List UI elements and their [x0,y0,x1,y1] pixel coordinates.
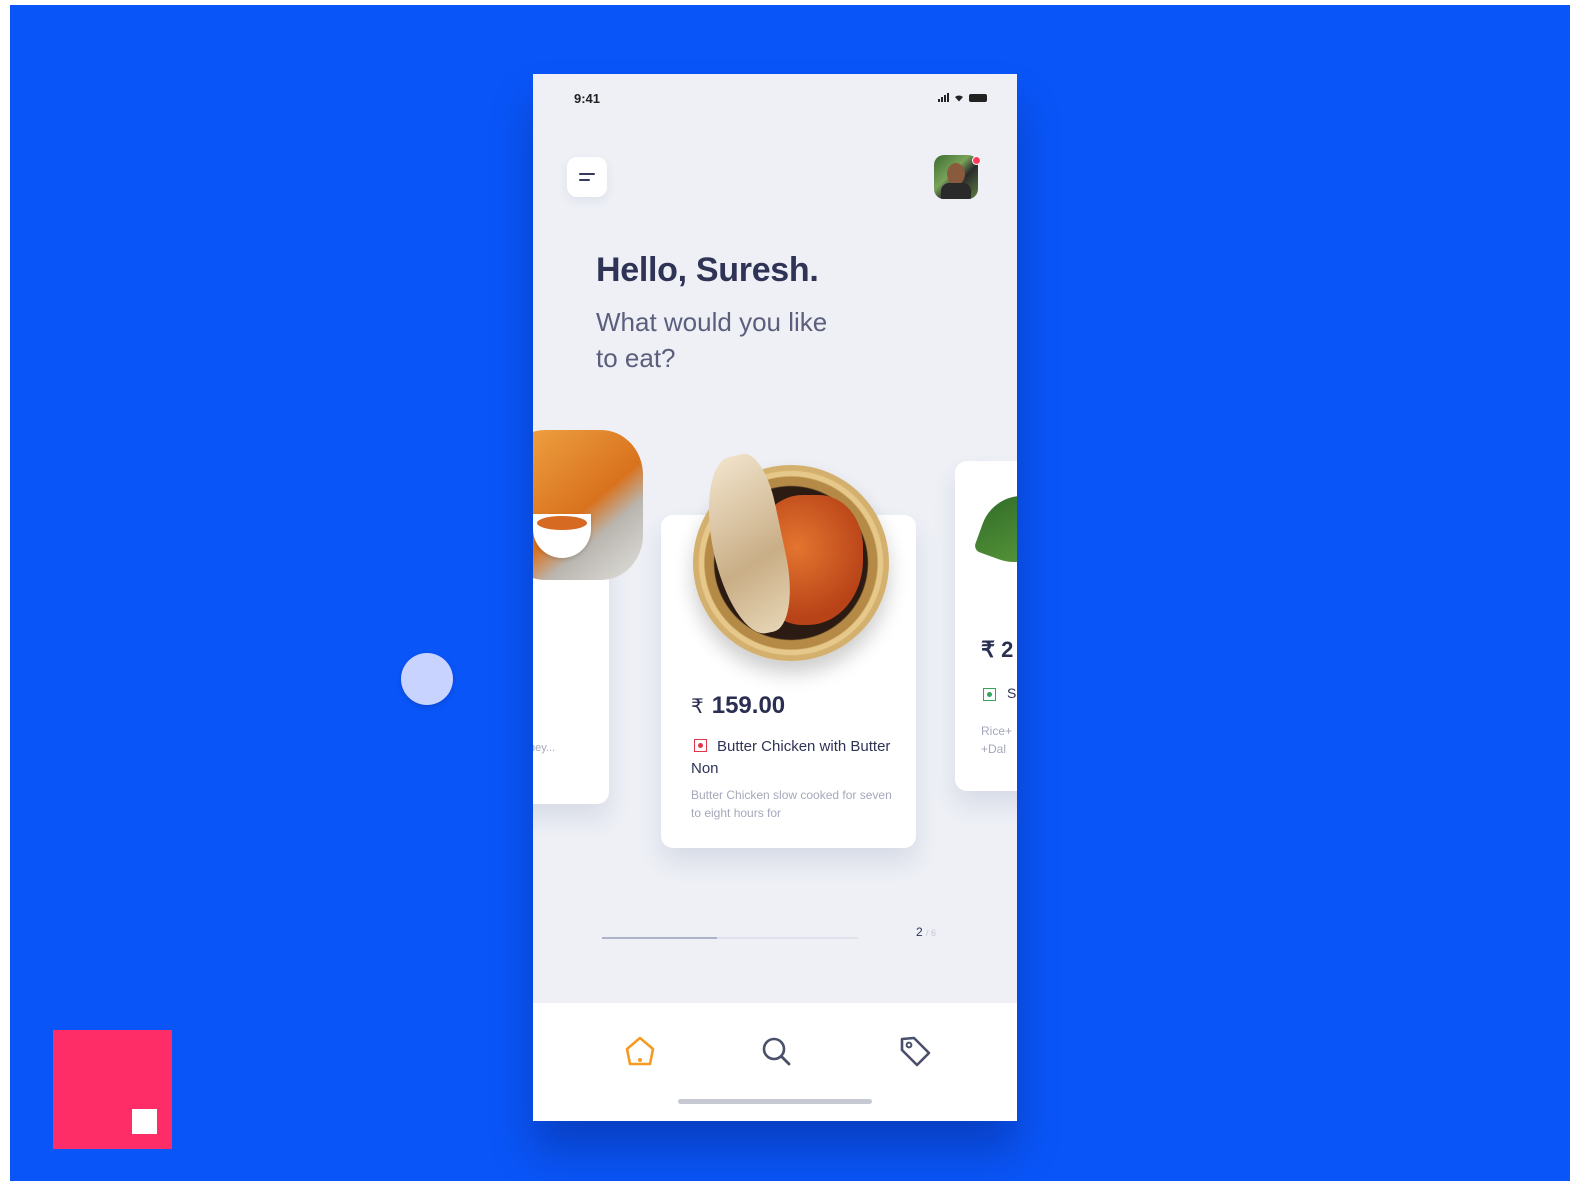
previous-card-desc-line2: ney... [533,742,556,754]
tag-icon[interactable] [897,1033,933,1069]
next-card-desc-line2: +Dal [981,742,1007,756]
carousel-progress-track [602,937,858,939]
rupee-symbol: ₹ [691,696,704,718]
next-card-desc-line1: Rice+ [981,724,1013,738]
search-icon[interactable] [758,1033,794,1069]
butter-chicken-food-image [693,449,889,661]
menu-button[interactable] [567,157,607,197]
home-indicator-bar[interactable] [678,1099,872,1104]
brand-logo-inner [132,1109,157,1134]
pager-total: / 6 [926,928,937,938]
carousel-pager: 2 / 6 [916,925,936,939]
menu-icon-line-top [579,173,595,175]
dish-name: Butter Chicken with Butter Non [691,738,891,777]
dosa-food-image [533,430,643,580]
notification-dot [972,156,981,165]
dish-description: Butter Chicken slow cooked for seven to … [691,788,892,820]
avatar-body [941,183,971,199]
carousel-progress-fill [602,937,718,939]
cursor-indicator [401,653,453,705]
status-time: 9:41 [574,91,601,106]
canvas-background: 9:41 Hello, Suresh. What would you like … [10,5,1570,1181]
phone-screen: 9:41 Hello, Suresh. What would you like … [533,74,1017,1121]
pager-current: 2 [916,925,923,939]
brand-logo [53,1030,172,1149]
next-card-name: S [1007,685,1017,701]
signal-icon [938,93,949,102]
greeting-subtitle: What would you like to eat? [596,307,828,373]
wifi-icon [955,95,963,102]
next-card-price: ₹ 2 [981,637,1014,662]
home-icon[interactable] [622,1033,658,1069]
veg-icon [983,688,996,701]
status-icons [938,93,987,102]
bottom-navigation [533,1003,1017,1121]
price-value: 159.00 [711,692,786,719]
battery-icon [969,94,987,102]
menu-icon-line-bottom [579,179,590,181]
active-card-price: ₹159.00 [691,692,785,720]
greeting-title: Hello, Suresh. [596,251,819,289]
avatar-face [947,163,965,185]
